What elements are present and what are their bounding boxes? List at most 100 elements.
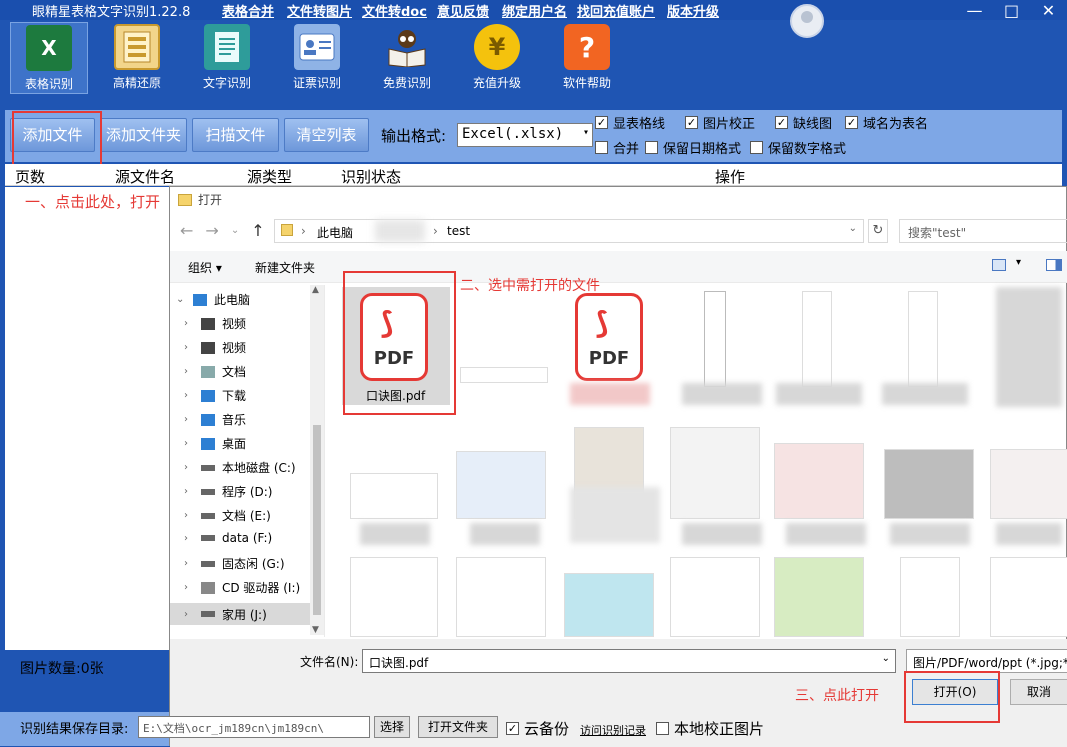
- option-show-grid[interactable]: ✓ 显表格线: [595, 113, 665, 132]
- chevron-right-icon[interactable]: ›: [184, 558, 194, 569]
- tool-text-recognition[interactable]: 文字识别: [188, 22, 266, 94]
- chevron-right-icon[interactable]: ›: [184, 414, 194, 425]
- menu-bind-user[interactable]: 绑定用户名: [502, 1, 567, 20]
- tree-item[interactable]: › 桌面: [184, 435, 246, 452]
- menu-upgrade[interactable]: 版本升级: [667, 1, 719, 20]
- chevron-up-icon[interactable]: ▲: [312, 285, 319, 295]
- option-image-correct[interactable]: ✓ 图片校正: [685, 113, 755, 132]
- chevron-right-icon[interactable]: ›: [184, 366, 194, 377]
- checkbox-icon[interactable]: [645, 141, 658, 154]
- up-icon[interactable]: ↑: [251, 221, 264, 241]
- close-button[interactable]: ✕: [1030, 0, 1067, 22]
- user-avatar[interactable]: [790, 4, 824, 38]
- chevron-down-icon[interactable]: ⌄: [849, 223, 857, 234]
- file-thumbnail[interactable]: [670, 557, 760, 637]
- clear-list-button[interactable]: 清空列表: [284, 118, 369, 152]
- checkbox-icon[interactable]: ✓: [775, 116, 788, 129]
- tree-item[interactable]: › 家用 (J:): [170, 603, 310, 625]
- file-thumbnail[interactable]: [350, 473, 438, 519]
- menu-recover-account[interactable]: 找回充值账户: [577, 1, 655, 20]
- option-domain-as-name[interactable]: ✓ 域名为表名: [845, 113, 928, 132]
- maximize-button[interactable]: □: [993, 0, 1030, 22]
- checkbox-icon[interactable]: [656, 722, 669, 735]
- file-thumbnail[interactable]: [900, 557, 960, 637]
- file-thumbnail[interactable]: [908, 291, 938, 387]
- tree-item[interactable]: › 文档: [184, 363, 246, 380]
- tree-item[interactable]: › 程序 (D:): [184, 483, 272, 500]
- menu-feedback[interactable]: 意见反馈: [437, 1, 489, 20]
- checkbox-icon[interactable]: ✓: [845, 116, 858, 129]
- minimize-button[interactable]: —: [956, 0, 993, 22]
- menu-table-merge[interactable]: 表格合并: [222, 1, 274, 20]
- tree-item[interactable]: › CD 驱动器 (I:): [184, 579, 300, 596]
- file-thumbnail[interactable]: [884, 449, 974, 519]
- option-keep-date-format[interactable]: 保留日期格式: [645, 138, 741, 157]
- tree-item[interactable]: › 文档 (E:): [184, 507, 271, 524]
- file-type-filter[interactable]: 图片/PDF/word/ppt (*.jpg;*: [906, 649, 1067, 673]
- view-icon[interactable]: [992, 259, 1006, 271]
- chevron-right-icon[interactable]: ›: [184, 342, 194, 353]
- file-thumbnail[interactable]: [456, 557, 546, 637]
- organize-button[interactable]: 组织 ▾: [188, 259, 222, 276]
- chevron-right-icon[interactable]: ›: [184, 582, 194, 593]
- file-thumbnail[interactable]: [990, 449, 1067, 519]
- file-thumbnail[interactable]: [704, 291, 726, 387]
- chevron-down-icon[interactable]: ⌄: [882, 653, 890, 664]
- local-correct-option[interactable]: 本地校正图片: [656, 718, 764, 739]
- chevron-right-icon[interactable]: ›: [184, 609, 194, 620]
- forward-icon[interactable]: →: [205, 221, 218, 241]
- pdf-file-icon[interactable]: ⟆ PDF: [575, 293, 643, 381]
- file-thumbnail[interactable]: [460, 367, 548, 383]
- tree-item[interactable]: › 固态闲 (G:): [184, 555, 285, 572]
- cloud-backup-option[interactable]: ✓ 云备份: [506, 718, 569, 739]
- file-thumbnail[interactable]: [456, 451, 546, 519]
- address-bar[interactable]: › 此电脑 › test ⌄: [274, 219, 864, 243]
- file-thumbnail[interactable]: [802, 291, 832, 387]
- chevron-right-icon[interactable]: ›: [184, 438, 194, 449]
- refresh-icon[interactable]: ↻: [868, 219, 888, 243]
- scrollbar-thumb[interactable]: [313, 425, 321, 615]
- output-format-select[interactable]: Excel(.xlsx) ▾: [457, 123, 593, 147]
- chevron-right-icon[interactable]: ›: [184, 318, 194, 329]
- checkbox-icon[interactable]: ✓: [685, 116, 698, 129]
- tree-item[interactable]: › 音乐: [184, 411, 246, 428]
- tool-certificate-recognition[interactable]: 证票识别: [278, 22, 356, 94]
- tree-item[interactable]: ⌄ 此电脑: [176, 291, 250, 308]
- checkbox-icon[interactable]: [595, 141, 608, 154]
- new-folder-button[interactable]: 新建文件夹: [255, 259, 315, 276]
- tree-item[interactable]: › 本地磁盘 (C:): [184, 459, 296, 476]
- checkbox-icon[interactable]: ✓: [506, 722, 519, 735]
- tool-recharge[interactable]: ¥ 充值升级: [458, 22, 536, 94]
- tool-high-precision[interactable]: 高精还原: [98, 22, 176, 94]
- menu-file-to-doc[interactable]: 文件转doc: [362, 1, 427, 20]
- nav-scrollbar[interactable]: ▲ ▼: [310, 285, 324, 635]
- tree-item[interactable]: › 下载: [184, 387, 246, 404]
- chevron-down-icon[interactable]: ⌄: [176, 294, 186, 305]
- tree-item[interactable]: › 视频: [184, 315, 246, 332]
- view-records-link[interactable]: 访问识别记录: [580, 722, 646, 738]
- file-thumbnail[interactable]: [670, 427, 760, 519]
- file-thumbnail[interactable]: [350, 557, 438, 637]
- recent-dropdown-icon[interactable]: ⌄: [231, 225, 239, 241]
- tree-item[interactable]: › data (F:): [184, 531, 272, 545]
- file-thumbnail[interactable]: [774, 557, 864, 637]
- chevron-down-icon[interactable]: ▾: [1016, 257, 1021, 268]
- tree-item[interactable]: › 视频: [184, 339, 246, 356]
- path-this-pc[interactable]: 此电脑: [317, 224, 353, 241]
- back-icon[interactable]: ←: [180, 221, 193, 241]
- checkbox-icon[interactable]: [750, 141, 763, 154]
- path-test[interactable]: test: [447, 224, 470, 238]
- search-input[interactable]: 搜索"test": [899, 219, 1067, 243]
- choose-dir-button[interactable]: 选择: [374, 716, 410, 738]
- preview-pane-icon[interactable]: [1046, 259, 1062, 271]
- file-thumbnail[interactable]: [990, 557, 1067, 637]
- tool-free-recognition[interactable]: 免费识别: [368, 22, 446, 94]
- option-keep-number-format[interactable]: 保留数字格式: [750, 138, 846, 157]
- chevron-right-icon[interactable]: ›: [184, 390, 194, 401]
- open-folder-button[interactable]: 打开文件夹: [418, 716, 498, 738]
- scan-file-button[interactable]: 扫描文件: [192, 118, 279, 152]
- tool-table-recognition[interactable]: X 表格识别: [10, 22, 88, 94]
- chevron-right-icon[interactable]: ›: [184, 462, 194, 473]
- tool-help[interactable]: ? 软件帮助: [548, 22, 626, 94]
- checkbox-icon[interactable]: ✓: [595, 116, 608, 129]
